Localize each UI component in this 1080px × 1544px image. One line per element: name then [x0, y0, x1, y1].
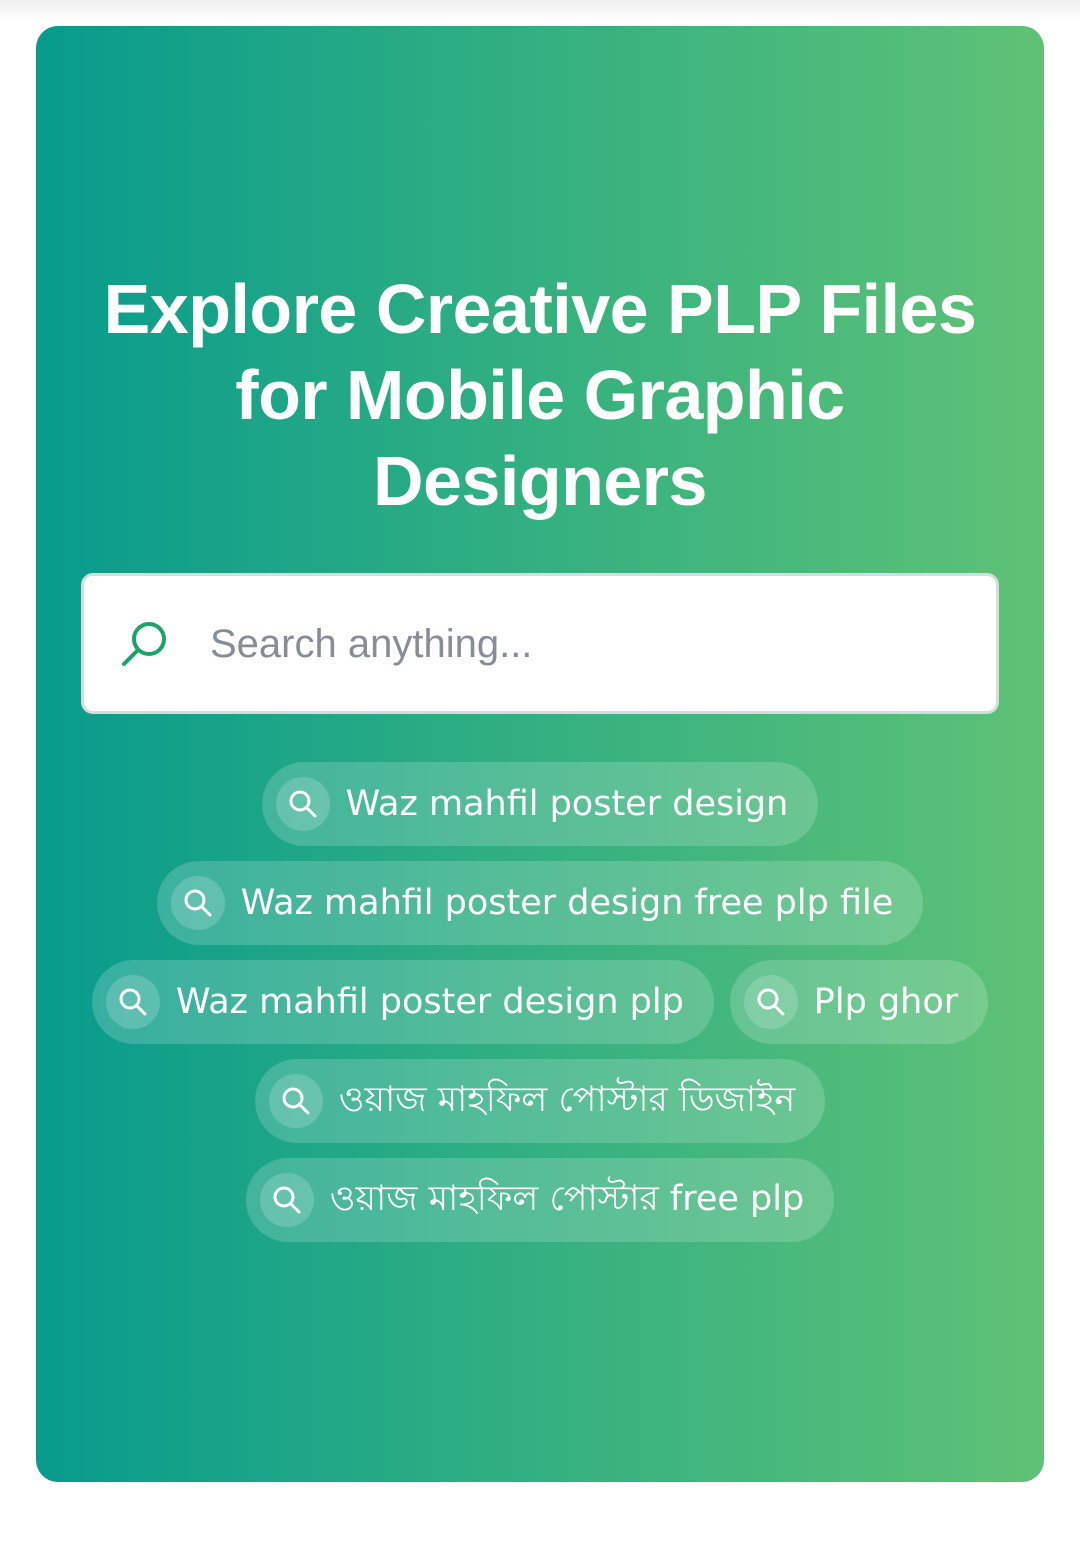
suggestion-chip[interactable]: Waz mahfil poster design: [261, 762, 819, 846]
search-bar[interactable]: [81, 573, 999, 714]
hero-title: Explore Creative PLP Files for Mobile Gr…: [103, 270, 977, 520]
suggestion-row: Waz mahfil poster design plp Plp ghor: [91, 960, 989, 1044]
search-icon: [170, 876, 225, 930]
search-icon: [268, 1074, 323, 1128]
search-icon: [275, 777, 330, 831]
suggestion-row: ওয়াজ মাহফিল পোস্টার ডিজাইন: [254, 1059, 826, 1143]
suggestion-label: ওয়াজ মাহফিল পোস্টার ডিজাইন: [338, 1079, 796, 1120]
suggestion-label: ওয়াজ মাহফিল পোস্টার free plp: [329, 1178, 805, 1219]
suggestion-chip[interactable]: Plp ghor: [729, 960, 989, 1044]
suggestion-label: Waz mahfil poster design free plp file: [240, 883, 894, 923]
hero-banner: Explore Creative PLP Files for Mobile Gr…: [36, 26, 1044, 1482]
suggestion-list: Waz mahfil poster design Waz mahfil post…: [91, 762, 989, 1242]
suggestion-row: Waz mahfil poster design: [261, 762, 819, 846]
suggestion-chip[interactable]: ওয়াজ মাহফিল পোস্টার ডিজাইন: [254, 1059, 826, 1143]
suggestion-chip[interactable]: Waz mahfil poster design plp: [91, 960, 714, 1044]
search-icon: [743, 975, 798, 1029]
search-icon: [105, 975, 160, 1029]
suggestion-label: Waz mahfil poster design plp: [175, 982, 684, 1022]
suggestion-chip[interactable]: ওয়াজ মাহফিল পোস্টার free plp: [245, 1158, 835, 1242]
suggestion-row: ওয়াজ মাহফিল পোস্টার free plp: [245, 1158, 835, 1242]
search-input[interactable]: [210, 606, 970, 682]
search-icon: [122, 622, 166, 666]
suggestion-row: Waz mahfil poster design free plp file: [156, 861, 924, 945]
suggestion-chip[interactable]: Waz mahfil poster design free plp file: [156, 861, 924, 945]
suggestion-label: Plp ghor: [813, 982, 959, 1022]
suggestion-label: Waz mahfil poster design: [345, 784, 789, 824]
search-icon: [259, 1173, 314, 1227]
top-shadow: [0, 0, 1080, 22]
